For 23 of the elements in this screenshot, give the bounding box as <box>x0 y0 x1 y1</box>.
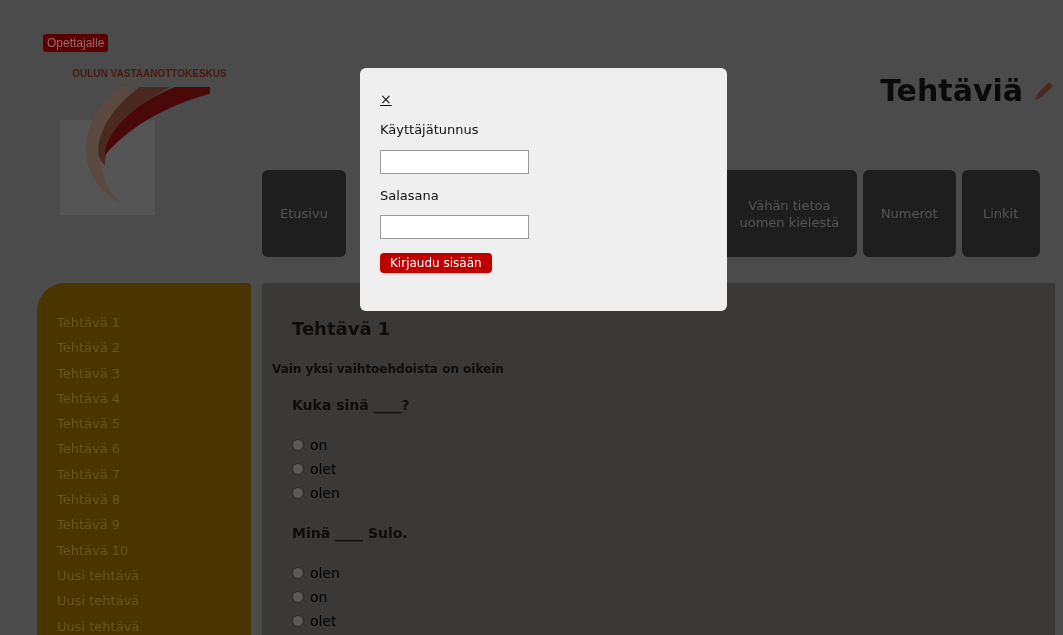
radio-button[interactable] <box>292 463 304 475</box>
password-field[interactable] <box>380 215 529 239</box>
close-button[interactable]: × <box>380 90 392 108</box>
radio-button[interactable] <box>292 567 304 579</box>
login-button[interactable]: Kirjaudu sisään <box>380 253 492 273</box>
radio-button[interactable] <box>292 615 304 627</box>
password-label: Salasana <box>380 186 439 205</box>
option-label: olen <box>310 483 340 503</box>
username-label: Käyttäjätunnus <box>380 121 479 139</box>
pencil-icon <box>1033 80 1055 102</box>
logo-icon <box>59 85 210 215</box>
option-label: olet <box>310 611 337 631</box>
option-label: on <box>310 435 328 455</box>
logo-text: OULUN VASTAANOTTOKESKUS <box>72 67 227 81</box>
username-field[interactable] <box>380 149 529 174</box>
teacher-button[interactable]: Opettajalle <box>43 34 109 52</box>
radio-button[interactable] <box>292 439 304 451</box>
option-label: olet <box>310 459 337 479</box>
radio-button[interactable] <box>292 487 304 499</box>
option-label: olen <box>310 563 340 583</box>
page-title: Tehtäviä <box>880 73 1023 109</box>
radio-button[interactable] <box>292 591 304 603</box>
option-label: on <box>310 587 328 607</box>
